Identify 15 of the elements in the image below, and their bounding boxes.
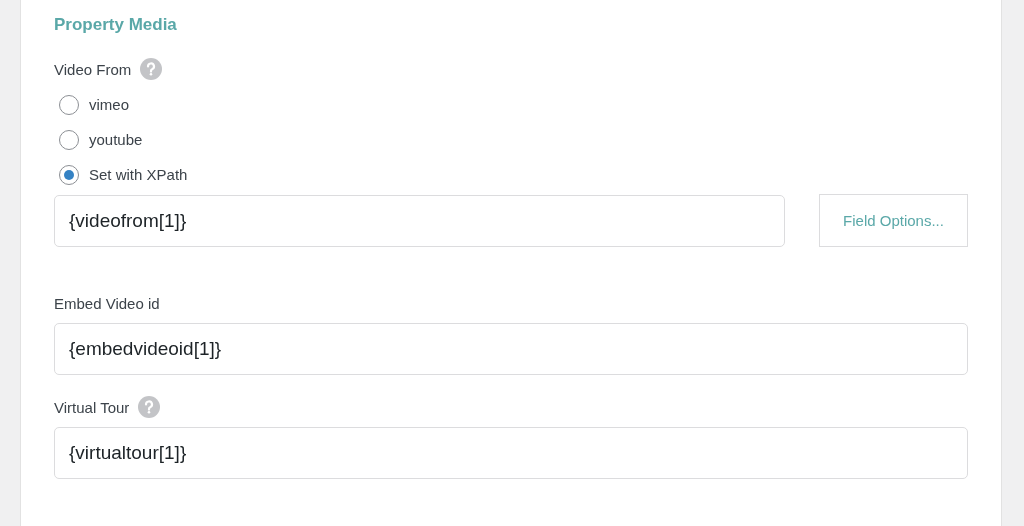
field-label: Embed Video id [54,294,160,312]
field-label: Video From [54,60,132,78]
radio-label: youtube [89,131,143,148]
text-field[interactable]: {embedvideoid[1]} [54,323,968,375]
radio-button[interactable] [59,129,79,150]
radio-label: Set with XPath [89,166,188,183]
field-label: Virtual Tour [54,398,130,416]
text-field[interactable]: {videofrom[1]} [54,194,785,247]
radio-label: vimeo [89,96,129,113]
radio-button[interactable] [59,164,79,185]
radio-button[interactable] [59,94,79,115]
help-icon[interactable] [140,58,163,80]
help-icon[interactable] [138,396,161,418]
section-title: Property Media [54,15,178,35]
text-field[interactable]: {virtualtour[1]} [54,427,968,479]
